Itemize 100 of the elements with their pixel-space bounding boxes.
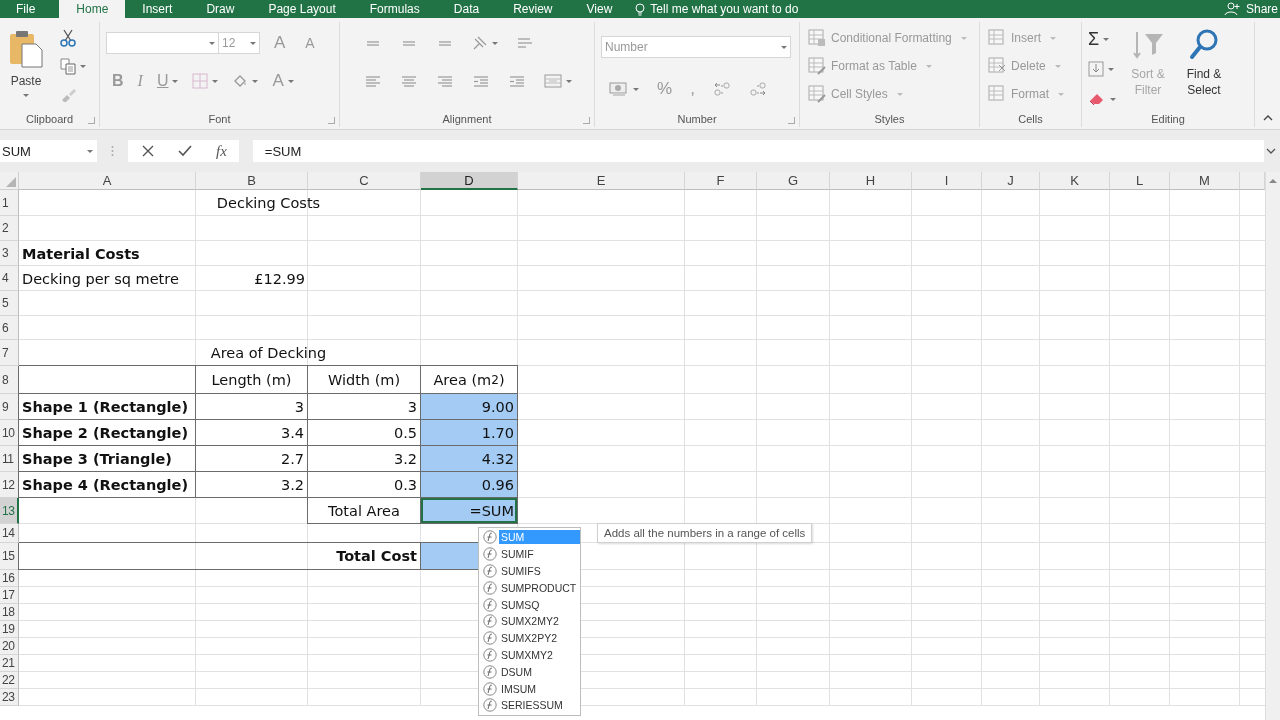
select-all-button[interactable] bbox=[0, 172, 19, 190]
dialog-launcher-icon[interactable] bbox=[583, 117, 590, 124]
paste-button[interactable]: Paste bbox=[6, 22, 46, 111]
row-header[interactable]: 20 bbox=[0, 638, 19, 655]
column-header[interactable]: K bbox=[1040, 172, 1110, 190]
column-header[interactable]: D bbox=[421, 172, 518, 190]
cancel-icon[interactable] bbox=[142, 145, 154, 157]
middle-align-icon bbox=[400, 40, 418, 46]
merge-center-button[interactable] bbox=[544, 71, 572, 91]
row-header[interactable]: 23 bbox=[0, 689, 19, 706]
person-icon bbox=[1223, 2, 1240, 16]
function-list-item[interactable]: SUMPRODUCT bbox=[479, 579, 580, 597]
column-header[interactable]: B bbox=[196, 172, 308, 190]
function-list-item[interactable]: SUMX2MY2 bbox=[479, 613, 580, 630]
caret-icon bbox=[492, 41, 498, 45]
active-cell[interactable]: =SUM bbox=[421, 498, 518, 524]
table-cell: Width (m) bbox=[308, 366, 421, 394]
find-select-button[interactable]: Find & Select bbox=[1180, 22, 1228, 111]
ribbon-tab[interactable]: Formulas bbox=[352, 0, 437, 18]
column-header[interactable]: L bbox=[1110, 172, 1170, 190]
top-align-icon bbox=[364, 40, 382, 46]
row-header[interactable]: 14 bbox=[0, 524, 19, 543]
formula-field[interactable]: =SUM bbox=[252, 140, 1264, 162]
column-header[interactable]: G bbox=[757, 172, 830, 190]
function-list-item[interactable]: SUMIFS bbox=[479, 562, 580, 580]
column-header[interactable]: C bbox=[308, 172, 421, 190]
column-header[interactable]: I bbox=[912, 172, 982, 190]
function-list-item[interactable]: SUMX2PY2 bbox=[479, 629, 580, 647]
caret-icon bbox=[960, 36, 967, 40]
ribbon-tab[interactable]: Home bbox=[59, 0, 126, 18]
row-header[interactable]: 22 bbox=[0, 672, 19, 689]
fill-down-button[interactable] bbox=[1088, 58, 1116, 80]
table-cell: Shape 2 (Rectangle) bbox=[19, 420, 196, 446]
function-list-item[interactable]: SUMIF bbox=[479, 545, 580, 563]
ribbon-tab[interactable]: Page Layout bbox=[251, 0, 353, 18]
caret-icon bbox=[1054, 64, 1061, 68]
row-header[interactable]: 7 bbox=[0, 340, 19, 366]
dialog-launcher-icon[interactable] bbox=[788, 117, 795, 124]
caret-icon bbox=[172, 79, 179, 83]
group-label: Clipboard bbox=[25, 113, 74, 125]
expand-icon[interactable] bbox=[1266, 148, 1276, 154]
dialog-launcher-icon[interactable] bbox=[88, 117, 95, 124]
copy-button[interactable] bbox=[60, 56, 86, 76]
grip-icon bbox=[111, 145, 114, 157]
autosum-button[interactable]: Σ bbox=[1088, 28, 1116, 50]
column-header[interactable]: H bbox=[830, 172, 912, 190]
ribbon-tab[interactable]: View bbox=[569, 0, 630, 18]
function-list-item[interactable]: DSUM bbox=[479, 663, 580, 681]
table-cell-text: Decking Costs bbox=[215, 194, 322, 213]
function-list-item[interactable]: SUMXMY2 bbox=[479, 646, 580, 664]
font-name-field[interactable] bbox=[106, 32, 219, 54]
vertical-scrollbar[interactable] bbox=[1265, 172, 1280, 720]
check-icon[interactable] bbox=[178, 145, 192, 157]
row-header[interactable]: 6 bbox=[0, 316, 19, 340]
name-box[interactable]: SUM bbox=[0, 140, 97, 162]
column-header[interactable]: A bbox=[19, 172, 196, 190]
caret-icon bbox=[925, 64, 932, 68]
column-header[interactable]: J bbox=[982, 172, 1040, 190]
row-header[interactable]: 3 bbox=[0, 241, 19, 266]
ribbon-tab[interactable]: Draw bbox=[189, 0, 252, 18]
row-header[interactable]: 17 bbox=[0, 587, 19, 604]
ribbon-tab[interactable]: Insert bbox=[125, 0, 190, 18]
ribbon-tab[interactable]: Review bbox=[496, 0, 570, 18]
table-cell: 3 bbox=[196, 394, 308, 420]
row-header[interactable]: 5 bbox=[0, 291, 19, 316]
function-list-item[interactable]: IMSUM bbox=[479, 680, 580, 697]
table-cell: 0.96 bbox=[421, 472, 518, 498]
row-header[interactable]: 18 bbox=[0, 604, 19, 621]
table-cell: 3.4 bbox=[196, 420, 308, 446]
borders-button[interactable] bbox=[192, 70, 219, 92]
function-list-item[interactable]: SERIESSUM bbox=[479, 696, 580, 714]
row-header[interactable]: 16 bbox=[0, 570, 19, 587]
row-header[interactable]: 13 bbox=[0, 498, 19, 524]
insert-function-button[interactable]: fx bbox=[216, 142, 227, 160]
caret-icon bbox=[80, 64, 86, 68]
column-header[interactable] bbox=[1240, 172, 1265, 190]
table-cell: Total Area bbox=[308, 498, 421, 524]
function-icon bbox=[483, 614, 497, 629]
dialog-launcher-icon[interactable] bbox=[328, 117, 335, 124]
row-header[interactable]: 1 bbox=[0, 190, 19, 216]
table-cell: 4.32 bbox=[421, 446, 518, 472]
row-header[interactable]: 19 bbox=[0, 621, 19, 638]
ribbon-tab[interactable]: File bbox=[0, 0, 60, 18]
column-header[interactable]: E bbox=[518, 172, 685, 190]
tooltip: Adds all the numbers in a range of cells bbox=[597, 523, 813, 543]
function-list-item[interactable]: SUMSQ bbox=[479, 596, 580, 613]
scissors-icon bbox=[60, 29, 76, 47]
column-header[interactable]: M bbox=[1170, 172, 1240, 190]
row-header[interactable]: 2 bbox=[0, 216, 19, 241]
group-label: Alignment bbox=[442, 113, 492, 125]
collapse-ribbon-icon[interactable] bbox=[1262, 115, 1273, 121]
tell-me-search[interactable]: Tell me what you want to do bbox=[629, 0, 799, 18]
align-left-icon bbox=[364, 75, 382, 87]
row-header[interactable]: 21 bbox=[0, 655, 19, 672]
share-button[interactable]: Share bbox=[1223, 0, 1280, 18]
caret-icon bbox=[287, 79, 294, 83]
column-header[interactable]: F bbox=[685, 172, 757, 190]
function-icon bbox=[483, 564, 497, 578]
row-header[interactable]: 4 bbox=[0, 266, 19, 291]
ribbon-tab[interactable]: Data bbox=[436, 0, 497, 18]
